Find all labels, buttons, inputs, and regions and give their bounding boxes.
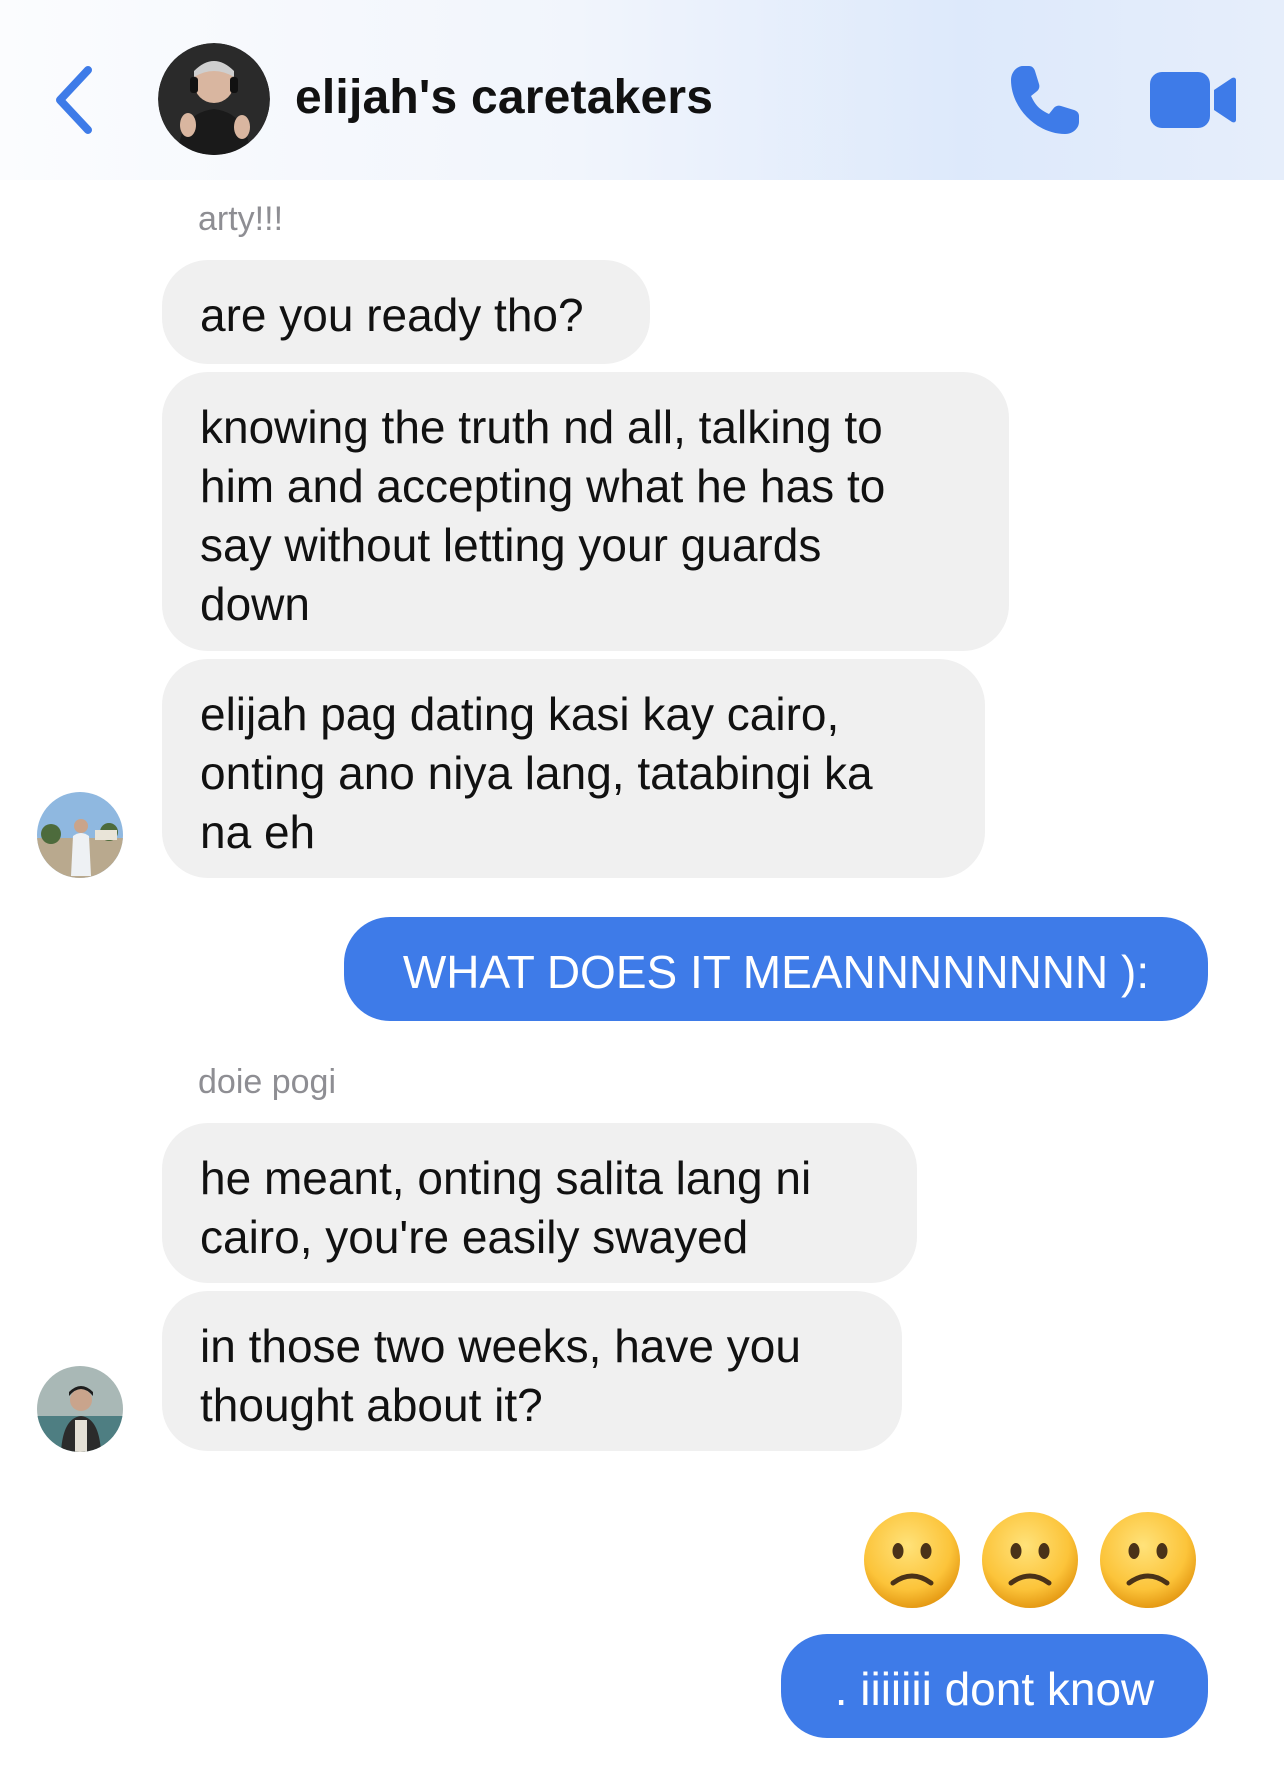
group-avatar[interactable]	[158, 43, 270, 155]
frowning-face-emoji[interactable]	[981, 1511, 1079, 1609]
outgoing-message-bubble[interactable]: WHAT DOES IT MEANNNNNNNN ):	[344, 917, 1208, 1021]
chat-screen: elijah's caretakers arty!!! are you read…	[0, 0, 1284, 1778]
message-bubble[interactable]: he meant, onting salita lang ni cairo, y…	[162, 1123, 917, 1283]
sender-name: doie pogi	[198, 1063, 337, 1101]
back-button[interactable]	[50, 60, 110, 140]
video-camera-icon	[1150, 72, 1236, 128]
message-bubble[interactable]: are you ready tho?	[162, 260, 650, 364]
phone-icon	[1011, 66, 1079, 134]
chevron-left-icon	[56, 66, 92, 134]
call-button[interactable]	[1005, 60, 1085, 140]
message-bubble[interactable]: elijah pag dating kasi kay cairo, onting…	[162, 659, 985, 878]
avatar[interactable]	[37, 1366, 123, 1452]
frowning-face-emoji[interactable]	[1099, 1511, 1197, 1609]
outgoing-message-bubble[interactable]: . iiiiiii dont know	[781, 1634, 1208, 1738]
chat-header: elijah's caretakers	[0, 0, 1284, 180]
sender-name: arty!!!	[198, 200, 284, 238]
chat-title: elijah's caretakers	[295, 71, 714, 124]
message-bubble[interactable]: in those two weeks, have you thought abo…	[162, 1291, 902, 1451]
frowning-face-emoji[interactable]	[863, 1511, 961, 1609]
avatar[interactable]	[37, 792, 123, 878]
video-call-button[interactable]	[1148, 68, 1236, 132]
message-bubble[interactable]: knowing the truth nd all, talking to him…	[162, 372, 1009, 651]
